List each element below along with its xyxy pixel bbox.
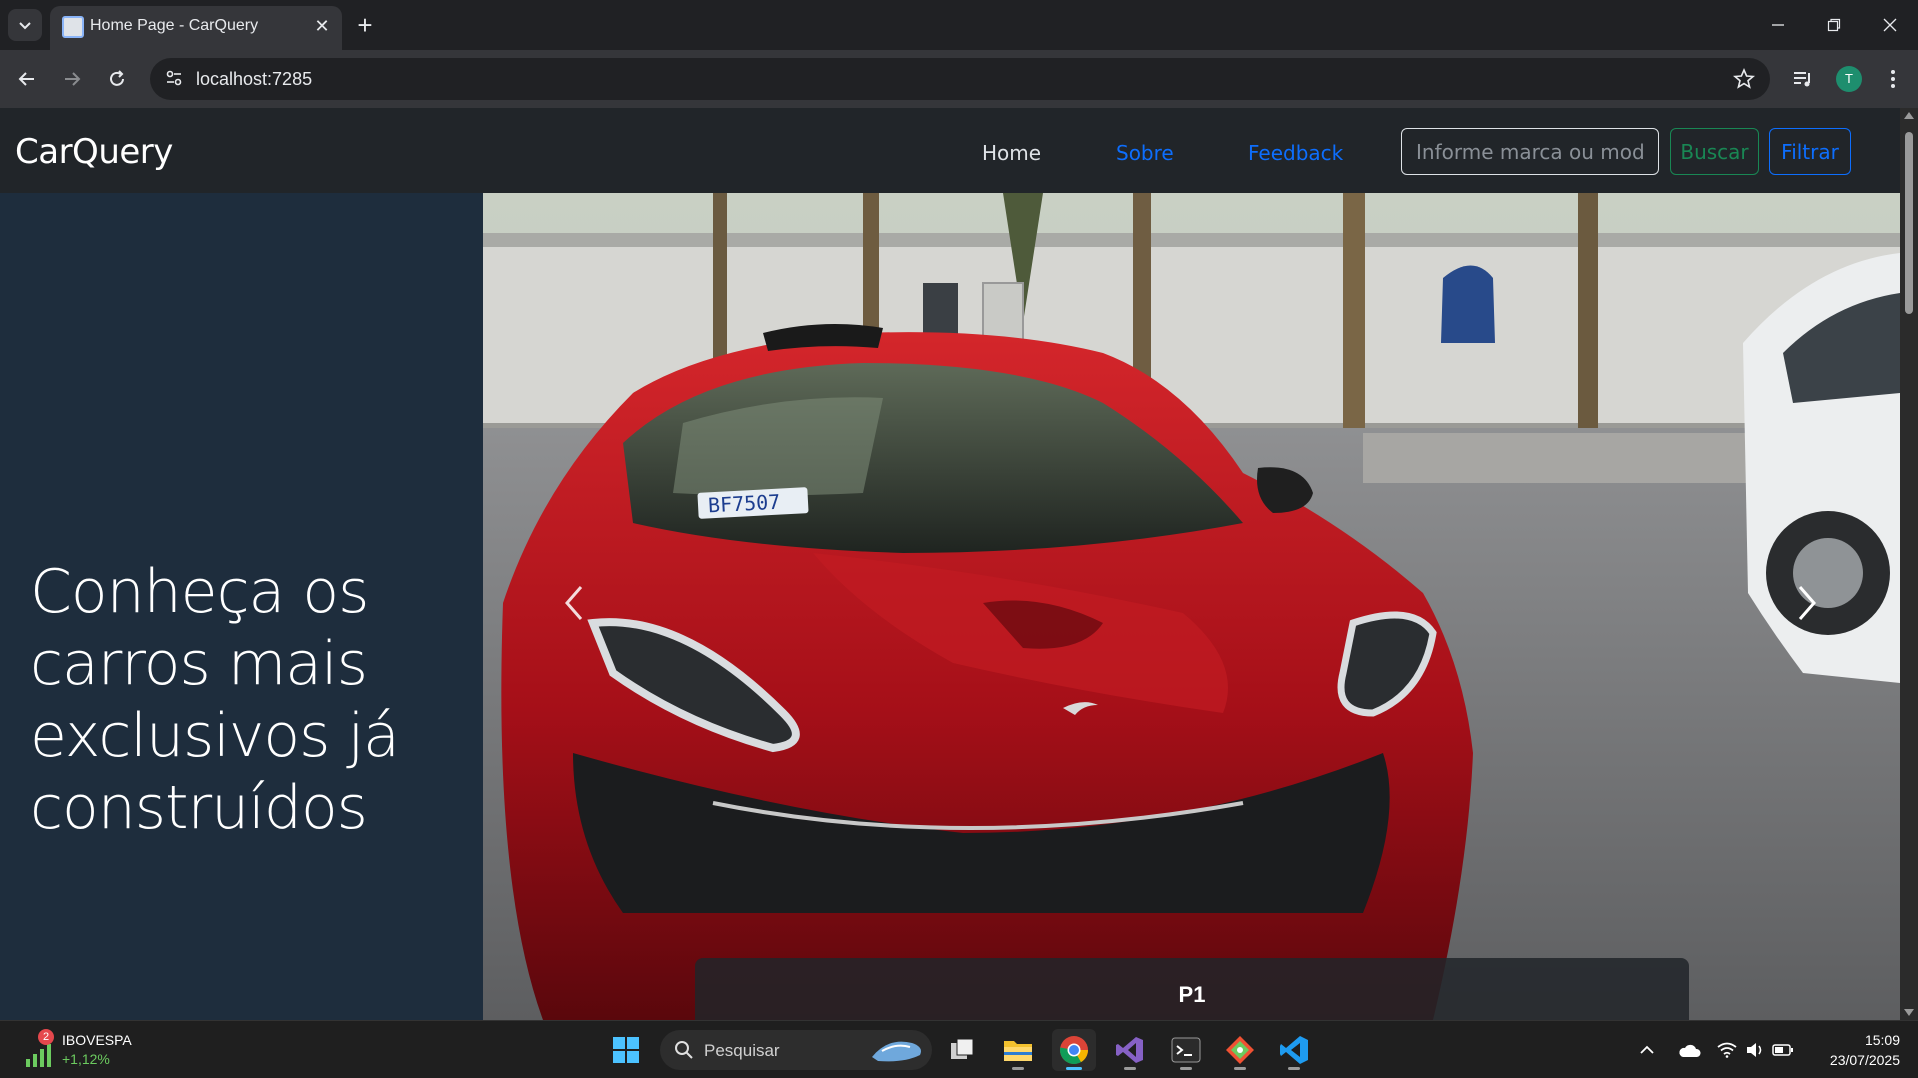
reading-list-button[interactable] <box>1786 62 1820 96</box>
forward-button[interactable] <box>55 62 89 96</box>
hero-heading: Conheça os carros mais exclusivos já con… <box>30 557 400 843</box>
volume-button[interactable] <box>1742 1037 1768 1063</box>
notification-badge: 2 <box>38 1029 54 1045</box>
carousel-prev-button[interactable] <box>543 573 603 633</box>
running-indicator <box>1234 1067 1246 1070</box>
chevron-left-icon <box>565 586 583 620</box>
tab-title: Home Page - CarQuery <box>90 17 259 34</box>
windows-logo-icon <box>613 1037 639 1063</box>
running-indicator <box>1124 1067 1136 1070</box>
close-icon <box>1883 18 1897 32</box>
wifi-icon <box>1717 1042 1737 1058</box>
active-indicator <box>1066 1067 1082 1070</box>
minimize-icon <box>1772 24 1784 26</box>
page-scrollbar[interactable] <box>1900 108 1918 1020</box>
search-highlight-icon <box>872 1041 921 1062</box>
restore-icon <box>1827 18 1841 32</box>
wifi-button[interactable] <box>1714 1037 1740 1063</box>
clock-date: 23/07/2025 <box>1829 1052 1900 1068</box>
clock-time: 15:09 <box>1864 1032 1900 1048</box>
chevron-down-icon <box>19 22 31 30</box>
browser-menu-button[interactable] <box>1876 62 1910 96</box>
close-window-button[interactable] <box>1862 0 1918 50</box>
license-plate-text: BF7507 <box>707 490 780 518</box>
kebab-menu-icon <box>1891 70 1895 88</box>
back-button[interactable] <box>10 62 44 96</box>
scroll-thumb[interactable] <box>1905 132 1913 314</box>
chevron-right-icon <box>1798 586 1816 620</box>
reload-button[interactable] <box>100 62 134 96</box>
scroll-down-arrow-icon[interactable] <box>1904 1009 1914 1016</box>
widget-change: +1,12% <box>62 1051 110 1067</box>
buscar-button[interactable]: Buscar <box>1670 128 1759 175</box>
folder-icon <box>1004 1041 1032 1061</box>
new-tab-button[interactable]: + <box>350 10 380 40</box>
filtrar-button[interactable]: Filtrar <box>1769 128 1851 175</box>
visual-studio-button[interactable] <box>1108 1029 1152 1071</box>
car-search-input[interactable] <box>1401 128 1659 175</box>
carousel-next-button[interactable] <box>1778 573 1838 633</box>
task-view-button[interactable] <box>940 1029 984 1071</box>
running-indicator <box>1288 1067 1300 1070</box>
page-viewport: CarQuery Home Sobre Feedback Buscar Filt… <box>0 108 1918 1020</box>
chrome-button[interactable] <box>1052 1029 1096 1071</box>
battery-icon <box>1772 1044 1793 1056</box>
git-app-button[interactable] <box>1218 1029 1262 1071</box>
battery-button[interactable] <box>1770 1037 1796 1063</box>
search-icon <box>675 1041 693 1059</box>
task-view-icon <box>951 1038 974 1059</box>
widget-title: IBOVESPA <box>62 1032 132 1048</box>
restore-button[interactable] <box>1806 0 1862 50</box>
tray-overflow-button[interactable] <box>1634 1037 1660 1063</box>
nav-link-home[interactable]: Home <box>982 141 1041 165</box>
carousel-car-photo: BF7507 <box>483 193 1900 1020</box>
terminal-icon <box>1171 1037 1201 1063</box>
vscode-icon <box>1280 1036 1308 1064</box>
vscode-button[interactable] <box>1272 1029 1316 1071</box>
taskbar-search[interactable]: Pesquisar <box>660 1030 932 1070</box>
arrow-left-icon <box>18 72 34 86</box>
minimize-button[interactable] <box>1750 0 1806 50</box>
running-indicator <box>1012 1067 1024 1070</box>
carousel-caption-title: P1 <box>1178 982 1206 1007</box>
onedrive-button[interactable] <box>1676 1037 1702 1063</box>
nav-link-sobre[interactable]: Sobre <box>1116 141 1174 165</box>
car-carousel: BF7507 P1 <box>483 193 1900 1020</box>
tab-close-icon[interactable]: ✕ <box>310 14 334 38</box>
system-clock[interactable]: 15:09 23/07/2025 <box>1800 1030 1900 1070</box>
speaker-icon <box>1747 1043 1762 1057</box>
arrow-right-icon <box>65 72 81 86</box>
chrome-icon <box>1060 1036 1088 1064</box>
browser-toolbar: localhost:7285 T <box>0 50 1918 108</box>
git-diamond-icon <box>1226 1036 1254 1064</box>
terminal-button[interactable] <box>1164 1029 1208 1071</box>
address-bar[interactable]: localhost:7285 <box>150 58 1770 100</box>
start-button[interactable] <box>604 1029 648 1071</box>
scroll-up-arrow-icon[interactable] <box>1904 112 1914 119</box>
stock-widget[interactable]: 2 IBOVESPA +1,12% <box>22 1029 162 1071</box>
browser-tab-active[interactable]: Home Page - CarQuery ✕ <box>50 6 342 50</box>
reload-icon <box>110 70 124 86</box>
tab-search-button[interactable] <box>8 9 42 41</box>
site-navbar: CarQuery Home Sobre Feedback Buscar Filt… <box>0 108 1900 193</box>
hero-text-panel: Conheça os carros mais exclusivos já con… <box>0 193 483 1020</box>
media-queue-icon <box>1794 72 1810 87</box>
carousel-caption: P1 <box>695 958 1689 1020</box>
running-indicator <box>1180 1067 1192 1070</box>
bookmark-star-icon[interactable] <box>1732 67 1756 91</box>
file-explorer-button[interactable] <box>996 1029 1040 1071</box>
site-brand[interactable]: CarQuery <box>15 132 173 172</box>
site-settings-icon[interactable] <box>164 68 184 88</box>
url-text: localhost:7285 <box>196 69 313 89</box>
chevron-up-icon <box>1640 1045 1654 1054</box>
cloud-icon <box>1679 1044 1701 1057</box>
windows-taskbar: 2 IBOVESPA +1,12% Pesquisar 15:09 23/07/… <box>0 1020 1918 1078</box>
page-favicon-icon <box>62 16 84 38</box>
nav-link-feedback[interactable]: Feedback <box>1248 141 1343 165</box>
visual-studio-icon <box>1116 1037 1143 1063</box>
browser-tabstrip: Home Page - CarQuery ✕ + <box>0 0 1918 50</box>
profile-avatar[interactable]: T <box>1836 66 1862 92</box>
taskbar-search-label: Pesquisar <box>704 1041 780 1060</box>
